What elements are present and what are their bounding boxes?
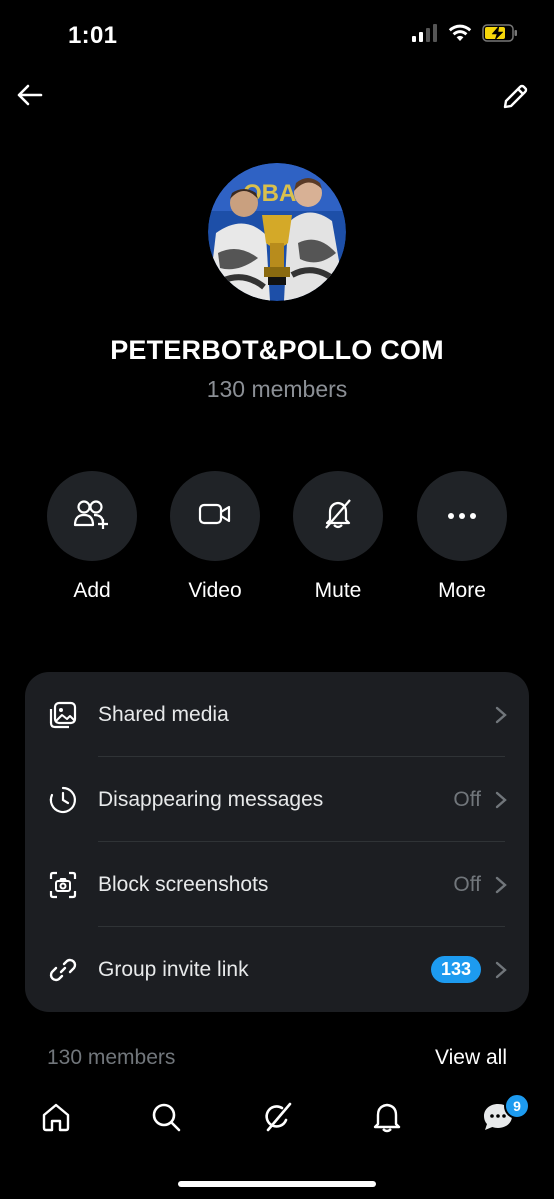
status-time: 1:01 [68, 22, 118, 49]
settings-label: Shared media [98, 702, 229, 726]
group-member-count: 130 members [206, 376, 348, 402]
more-button[interactable]: More [417, 471, 507, 603]
edit-button[interactable] [498, 82, 532, 116]
status-icons [412, 24, 518, 47]
add-label: Add [73, 579, 111, 602]
more-button-circle[interactable] [417, 471, 507, 561]
chevron-right-icon [495, 961, 507, 979]
video-button[interactable]: Video [170, 471, 260, 603]
add-people-icon [73, 499, 111, 534]
mute-label: Mute [314, 579, 362, 602]
settings-row-disappearing-messages[interactable]: Disappearing messages Off [25, 757, 529, 842]
group-name: PETERBOT&POLLO COM [110, 335, 444, 365]
settings-card: Shared media Disappearing messages Off B… [25, 672, 529, 1012]
chevron-right-icon [495, 876, 507, 894]
settings-row-shared-media[interactable]: Shared media [25, 672, 529, 757]
video-camera-icon [198, 502, 232, 531]
cellular-signal-icon [412, 24, 438, 47]
view-all-link[interactable]: View all [435, 1046, 507, 1070]
more-horizontal-icon [447, 507, 477, 525]
settings-label: Group invite link [98, 957, 249, 981]
add-button-circle[interactable] [47, 471, 137, 561]
battery-icon [482, 24, 518, 47]
video-button-circle[interactable] [170, 471, 260, 561]
timer-icon [47, 784, 79, 816]
wifi-icon [448, 24, 472, 47]
pencil-icon [501, 83, 529, 116]
settings-value: Off [453, 787, 481, 811]
nav-search[interactable] [146, 1099, 186, 1139]
add-button[interactable]: Add [47, 471, 137, 603]
settings-label: Disappearing messages [98, 787, 324, 811]
grok-icon [261, 1101, 293, 1138]
nav-home[interactable] [36, 1099, 76, 1139]
members-section-label: 130 members [47, 1046, 176, 1069]
nav-grok[interactable] [257, 1099, 297, 1139]
settings-label: Block screenshots [98, 872, 269, 896]
messages-badge: 9 [504, 1093, 530, 1119]
settings-value: Off [453, 872, 481, 896]
home-indicator [178, 1181, 376, 1187]
settings-row-group-invite-link[interactable]: Group invite link 133 [25, 927, 529, 1012]
more-label: More [438, 579, 486, 602]
group-avatar[interactable]: OBAL [208, 163, 346, 301]
search-icon [150, 1101, 182, 1138]
invite-count-badge: 133 [430, 956, 481, 983]
link-icon [47, 954, 79, 986]
nav-notifications[interactable] [367, 1099, 407, 1139]
settings-row-block-screenshots[interactable]: Block screenshots Off [25, 842, 529, 927]
chevron-right-icon [495, 706, 507, 724]
video-label: Video [188, 579, 242, 602]
back-button[interactable] [12, 80, 46, 114]
camera-block-icon [47, 869, 79, 901]
home-icon [40, 1101, 72, 1138]
media-gallery-icon [47, 699, 79, 731]
mute-button-circle[interactable] [293, 471, 383, 561]
notifications-icon [371, 1101, 403, 1138]
arrow-left-icon [15, 81, 43, 114]
chevron-right-icon [495, 791, 507, 809]
mute-button[interactable]: Mute [293, 471, 383, 603]
bell-off-icon [322, 498, 354, 535]
